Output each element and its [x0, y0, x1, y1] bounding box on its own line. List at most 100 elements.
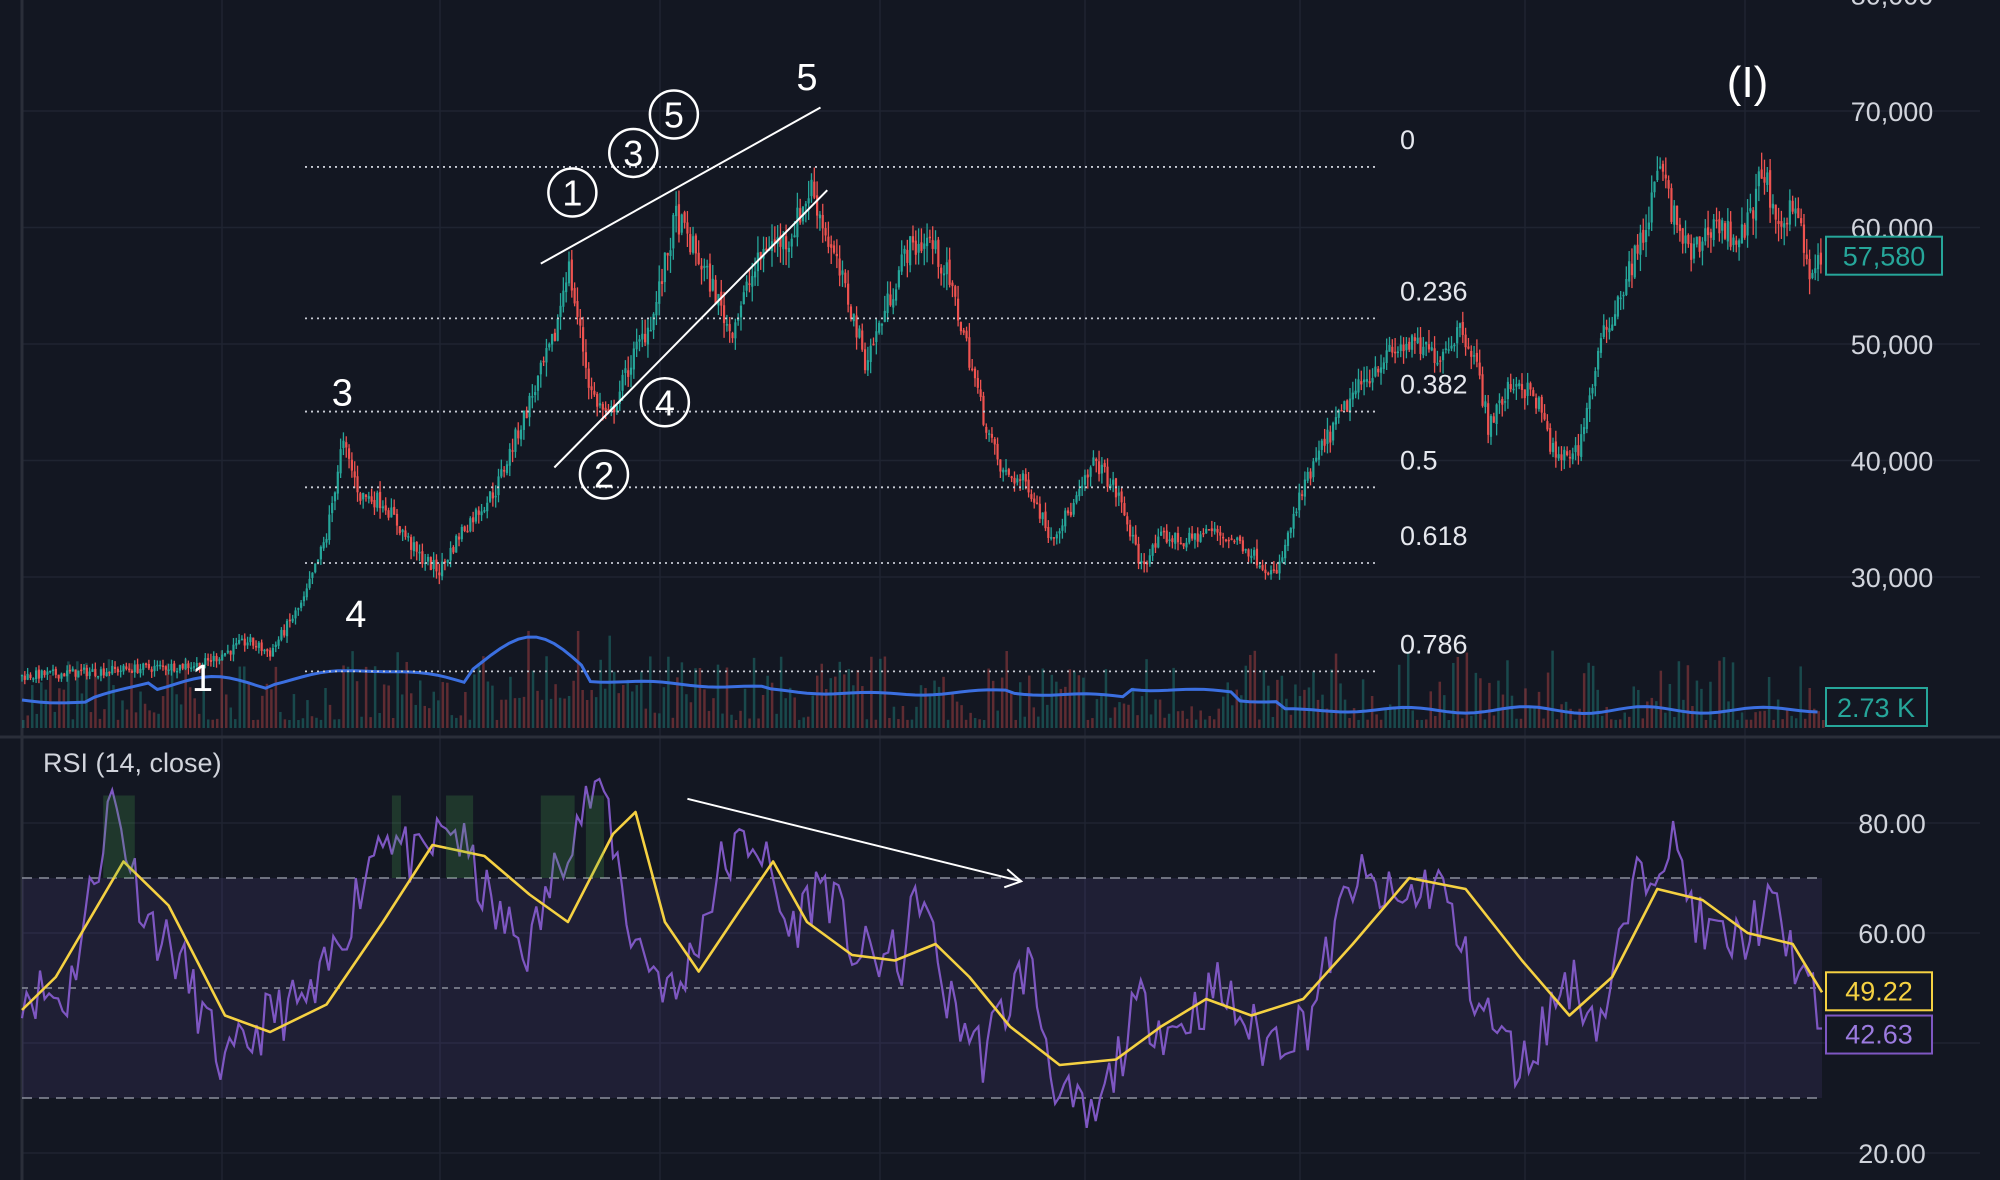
candle-body	[579, 318, 582, 326]
chart-stage[interactable]: 0 0.236 0.382 0.5 0.618 0.786 1 3 4 5 1 2 3 4 5 (I) 30,0…	[0, 0, 2000, 1180]
candle-body	[150, 669, 153, 672]
volume-bar	[513, 698, 517, 728]
volume-bar	[1136, 715, 1139, 728]
candle-body	[1236, 537, 1239, 541]
candle-body	[1447, 349, 1450, 351]
volume-bar	[1483, 719, 1487, 728]
candle-body	[1066, 510, 1070, 514]
candle-body	[703, 265, 706, 269]
volume-bar	[590, 689, 593, 728]
candle-body	[1379, 367, 1383, 373]
volume-bar	[373, 666, 377, 728]
volume-bar	[1551, 650, 1554, 728]
candle-body	[1106, 466, 1109, 487]
candle-body	[1794, 208, 1797, 214]
volume-bar	[1461, 718, 1464, 728]
candle-body	[556, 318, 559, 341]
volume-bar	[1000, 677, 1004, 728]
volume-bar	[324, 687, 327, 728]
price-and-rsi-chart[interactable]: 00.2360.3820.50.6180.786134512345(I)30,0…	[0, 0, 2000, 1180]
candle-body	[1165, 530, 1168, 543]
volume-bar	[554, 684, 557, 728]
candle-body	[847, 283, 850, 305]
volume-bar	[1537, 691, 1541, 728]
candle-body	[54, 668, 57, 675]
volume-bar	[572, 680, 575, 728]
volume-bar	[1149, 714, 1153, 728]
candle-body	[1783, 223, 1786, 228]
volume-bar	[1582, 673, 1586, 728]
candle-body	[1543, 412, 1546, 420]
candle-body	[74, 669, 77, 677]
candle-body	[790, 238, 793, 247]
candle-body	[658, 281, 661, 304]
candle-body	[463, 526, 466, 531]
candle-body	[1117, 492, 1120, 496]
candle-body	[539, 362, 542, 375]
volume-bar	[806, 716, 810, 728]
candle-body	[1611, 324, 1614, 331]
candle	[982, 391, 985, 427]
candle-body	[1097, 461, 1101, 475]
degree-label: (I)	[1727, 58, 1769, 107]
candle-body	[1154, 543, 1157, 548]
candle-body	[294, 610, 297, 619]
candle-body	[66, 670, 69, 677]
wave-label: 3	[332, 373, 353, 415]
candle-body	[51, 669, 55, 671]
candle-body	[1619, 297, 1622, 300]
candle-body	[1766, 172, 1769, 185]
fib-label: 0	[1400, 125, 1415, 155]
wave-number: 1	[562, 173, 582, 214]
wave-number: 3	[623, 133, 643, 174]
volume-bar	[779, 656, 783, 728]
candle-body	[1777, 221, 1780, 224]
rsi-legend[interactable]: RSI (14, close)	[43, 748, 222, 779]
candle-body	[1213, 528, 1216, 532]
candle-body	[1137, 543, 1140, 564]
wave-number: 4	[655, 382, 675, 423]
candle-body	[677, 204, 681, 235]
candle-body	[257, 642, 260, 648]
candle-body	[483, 510, 486, 512]
volume-bar	[788, 687, 792, 728]
candle-body	[728, 324, 731, 332]
candle-body	[985, 426, 988, 433]
candle-body	[1746, 212, 1749, 236]
candle-body	[824, 228, 827, 236]
candle-body	[1785, 222, 1789, 225]
candle-body	[240, 638, 244, 641]
candle-body	[474, 509, 478, 522]
candle-body	[1726, 220, 1729, 242]
candle-body	[1019, 479, 1022, 481]
candle-body	[1774, 204, 1777, 220]
candle-body	[1013, 477, 1016, 484]
volume-bar	[175, 694, 178, 728]
candle-body	[1072, 502, 1075, 515]
candle-body	[1230, 538, 1233, 540]
volume-bar	[703, 689, 706, 728]
candle-body	[534, 392, 537, 396]
candle-body	[528, 395, 531, 418]
volume-bar	[1014, 719, 1017, 728]
candle-body	[1128, 524, 1132, 537]
candle-body	[390, 507, 393, 518]
candle-body	[1588, 395, 1591, 409]
candle-body	[1326, 429, 1329, 444]
volume-bar	[775, 713, 778, 728]
volume-bar	[382, 684, 386, 728]
candle-body	[1819, 252, 1822, 265]
candle-body	[421, 551, 424, 564]
candle-body	[863, 349, 867, 371]
candle-body	[945, 262, 948, 275]
volume-bar	[1546, 672, 1550, 728]
candle-body	[849, 306, 853, 319]
volume-bar	[1758, 711, 1762, 728]
candle-body	[1081, 485, 1084, 489]
candle-body	[1681, 228, 1684, 244]
volume-bar	[1095, 699, 1099, 728]
volume-bar	[1145, 659, 1148, 728]
volume-bar	[531, 670, 535, 728]
wave-label: 5	[796, 57, 817, 99]
volume-bar	[215, 718, 219, 728]
